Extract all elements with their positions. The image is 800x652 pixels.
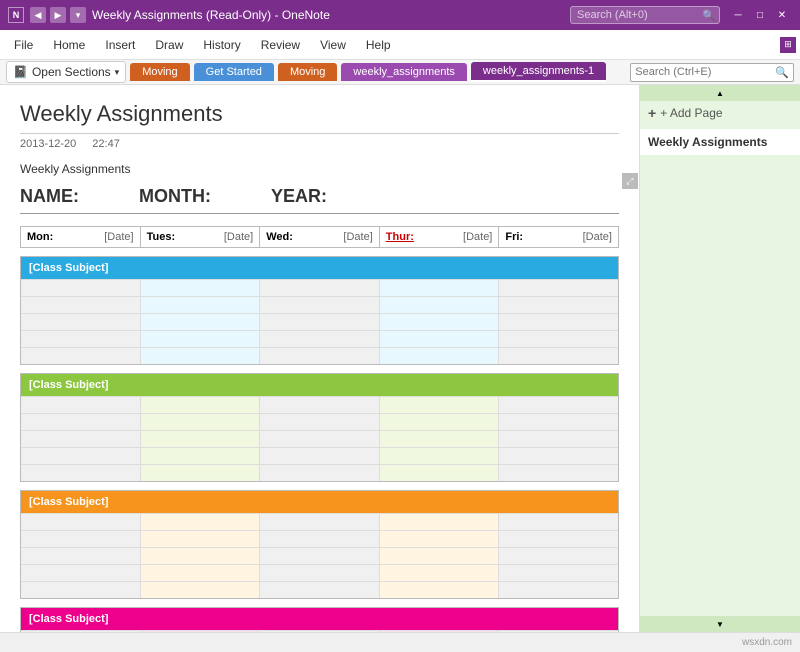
expand-btn[interactable]: ⤢ [622, 173, 638, 189]
notebook-icon: ⊞ [780, 37, 796, 53]
section-tab-weekly[interactable]: weekly_assignments [341, 63, 467, 81]
class-row-2-1 [21, 396, 618, 413]
section-tab-weekly-1[interactable]: weekly_assignments-1 [471, 62, 606, 82]
class-row-3-5 [21, 581, 618, 598]
page-date: 2013-12-20 22:47 [20, 138, 619, 150]
close-btn[interactable]: ✕ [772, 7, 792, 23]
back-btn[interactable]: ◀ [30, 7, 46, 23]
section-tab-moving-1[interactable]: Moving [130, 63, 189, 81]
day-thur-date: [Date] [463, 231, 492, 243]
section-label: Weekly Assignments [20, 162, 619, 176]
class-header-3: [Class Subject] [21, 491, 618, 513]
content-area: Weekly Assignments 2013-12-20 22:47 Week… [0, 85, 640, 632]
class-table-4: [Class Subject] [20, 607, 619, 632]
day-mon-date: [Date] [104, 231, 133, 243]
class-row-3-4 [21, 564, 618, 581]
class-row-2-5 [21, 464, 618, 481]
date-value: 2013-12-20 [20, 138, 76, 150]
page-title: Weekly Assignments [20, 101, 619, 134]
section-tab-getstarted[interactable]: Get Started [194, 63, 274, 81]
day-fri-date: [Date] [583, 231, 612, 243]
day-header-row: Mon: [Date] Tues: [Date] Wed: [Date] Thu… [20, 226, 619, 248]
sidebar-page-weekly[interactable]: Weekly Assignments [640, 129, 800, 155]
ribbon-search-icon: 🔍 [775, 66, 789, 79]
day-fri: Fri: [Date] [499, 227, 618, 247]
dropdown-arrow-icon: ▾ [115, 67, 120, 78]
title-search-input[interactable] [570, 6, 720, 24]
year-label: YEAR: [271, 186, 327, 207]
class-row-3-2 [21, 530, 618, 547]
name-label: NAME: [20, 186, 79, 207]
time-value: 22:47 [92, 138, 120, 150]
class-table-3: [Class Subject] [20, 490, 619, 599]
class-header-1: [Class Subject] [21, 257, 618, 279]
month-label: MONTH: [139, 186, 211, 207]
day-mon: Mon: [Date] [21, 227, 141, 247]
class-row-1-5 [21, 347, 618, 364]
ribbon-search-input[interactable] [635, 66, 775, 78]
status-bar: wsxdn.com [0, 632, 800, 652]
day-wed: Wed: [Date] [260, 227, 380, 247]
menu-review[interactable]: Review [251, 34, 310, 56]
menu-bar: File Home Insert Draw History Review Vie… [0, 30, 800, 60]
day-tues-name: Tues: [147, 231, 176, 243]
forward-btn[interactable]: ▶ [50, 7, 66, 23]
title-bar-icons: ◀ ▶ ▾ [30, 7, 86, 23]
title-search-icon: 🔍 [702, 9, 716, 22]
class-row-1-4 [21, 330, 618, 347]
open-sections-label: Open Sections [32, 65, 111, 79]
class-row-1-2 [21, 296, 618, 313]
sidebar-scroll-up[interactable]: ▲ [640, 85, 800, 101]
ribbon: 📓 Open Sections ▾ Moving Get Started Mov… [0, 60, 800, 85]
name-month-year-row: NAME: MONTH: YEAR: [20, 186, 619, 214]
class-header-2: [Class Subject] [21, 374, 618, 396]
menu-draw[interactable]: Draw [145, 34, 193, 56]
menu-history[interactable]: History [193, 34, 250, 56]
class-row-2-2 [21, 413, 618, 430]
menu-home[interactable]: Home [43, 34, 95, 56]
menu-help[interactable]: Help [356, 34, 401, 56]
status-text: wsxdn.com [742, 637, 792, 648]
menu-view[interactable]: View [310, 34, 356, 56]
menu-insert[interactable]: Insert [95, 34, 145, 56]
class-row-2-3 [21, 430, 618, 447]
day-thur: Thur: [Date] [380, 227, 500, 247]
sidebar-scroll-down[interactable]: ▼ [640, 616, 800, 632]
class-row-3-1 [21, 513, 618, 530]
day-wed-name: Wed: [266, 231, 293, 243]
right-sidebar: ▲ + + Add Page Weekly Assignments ▼ [640, 85, 800, 632]
day-mon-name: Mon: [27, 231, 53, 243]
window-title: Weekly Assignments (Read-Only) - OneNote [92, 8, 330, 22]
notebook-small-icon: 📓 [13, 65, 28, 79]
dropdown-btn[interactable]: ▾ [70, 7, 86, 23]
add-page-btn[interactable]: + + Add Page [640, 101, 800, 125]
class-row-1-3 [21, 313, 618, 330]
restore-btn[interactable]: □ [750, 7, 770, 23]
day-tues-date: [Date] [224, 231, 253, 243]
day-fri-name: Fri: [505, 231, 523, 243]
sidebar-pages: Weekly Assignments [640, 125, 800, 616]
open-sections-btn[interactable]: 📓 Open Sections ▾ [6, 61, 126, 83]
day-thur-name: Thur: [386, 231, 414, 243]
section-tab-moving-2[interactable]: Moving [278, 63, 337, 81]
minimize-btn[interactable]: ─ [728, 7, 748, 23]
app-icon: N [8, 7, 24, 23]
class-table-1: [Class Subject] [20, 256, 619, 365]
title-bar: N ◀ ▶ ▾ Weekly Assignments (Read-Only) -… [0, 0, 800, 30]
day-wed-date: [Date] [343, 231, 372, 243]
add-icon: + [648, 105, 656, 121]
day-tues: Tues: [Date] [141, 227, 261, 247]
class-table-2: [Class Subject] [20, 373, 619, 482]
add-page-label: + Add Page [660, 106, 722, 120]
class-row-3-3 [21, 547, 618, 564]
class-row-1-1 [21, 279, 618, 296]
menu-file[interactable]: File [4, 34, 43, 56]
class-row-2-4 [21, 447, 618, 464]
class-header-4: [Class Subject] [21, 608, 618, 630]
